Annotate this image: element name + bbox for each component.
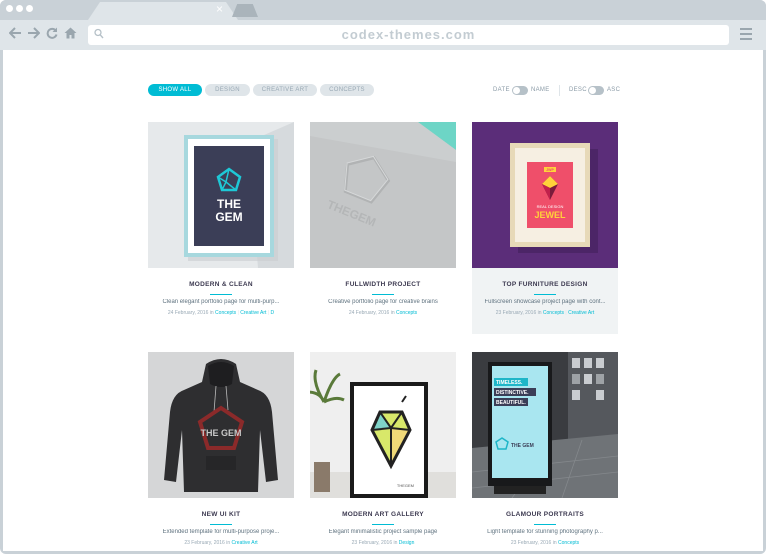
sort-date-name-toggle[interactable]	[512, 86, 528, 95]
card-meta: 24 February, 2016 in Concepts	[314, 310, 452, 316]
title-underline	[372, 294, 394, 295]
filter-show-all[interactable]: SHOW ALL	[148, 84, 202, 96]
gallery-logo-text: THEGEM	[397, 483, 414, 488]
sort-order-toggle[interactable]	[588, 86, 604, 95]
title-underline	[210, 524, 232, 525]
card-category-link[interactable]: Creative Art	[568, 310, 594, 316]
title-underline	[534, 524, 556, 525]
card-title[interactable]: GLAMOUR PORTRAITS	[472, 511, 618, 518]
title-underline	[534, 294, 556, 295]
card-category-link[interactable]: Concepts	[396, 310, 417, 316]
window-maximize-dot[interactable]	[26, 5, 33, 12]
filter-design[interactable]: DESIGN	[205, 84, 250, 96]
card-date: 23 February, 2016 in	[495, 310, 542, 316]
card-category-link[interactable]: Concepts	[543, 310, 564, 316]
jewel-subtitle-text: REAL DESIGN	[537, 204, 564, 209]
browser-window: × codex-themes.com SHOW ALL DESIGN CREAT…	[0, 0, 766, 554]
hamburger-menu-icon[interactable]	[740, 28, 752, 40]
poster-text-line2: GEM	[215, 210, 242, 224]
card-description: Fullscreen showcase project page with co…	[484, 299, 606, 305]
sorting-divider	[559, 85, 560, 96]
card-body: FULLWIDTH PROJECT Creative portfolio pag…	[310, 268, 456, 334]
card-description: Extended template for multi-purpose proj…	[162, 529, 280, 535]
meta-separator: |	[565, 310, 567, 316]
portfolio-sorting: DATE NAME DESC ASC	[493, 85, 623, 96]
card-category-link[interactable]: Concepts	[558, 540, 579, 546]
window-minimize-dot[interactable]	[16, 5, 23, 12]
address-bar[interactable]: codex-themes.com	[88, 25, 729, 45]
card-description: Creative portfolio page for creative bra…	[328, 299, 438, 305]
card-category-link[interactable]: Concepts	[215, 310, 236, 316]
card-title[interactable]: NEW UI KIT	[148, 511, 294, 518]
card-date: 23 February, 2016 in	[351, 540, 398, 546]
card-image-jewel-frame[interactable]: JWP REAL DESIGN JEWEL	[472, 122, 618, 268]
card-title[interactable]: FULLWIDTH PROJECT	[310, 281, 456, 288]
card-body: NEW UI KIT Extended template for multi-p…	[148, 498, 294, 551]
home-icon[interactable]	[64, 26, 77, 42]
card-category-link[interactable]: Creative Art	[240, 310, 266, 316]
toggle-knob	[589, 87, 596, 94]
billboard-line2: DISTINCTIVE.	[496, 390, 529, 396]
sort-asc-label: ASC	[607, 87, 621, 93]
billboard-line1: TIMELESS.	[496, 380, 523, 386]
card-image-hoodie[interactable]: THE GEM	[148, 352, 294, 498]
poster-text-line1: THE	[217, 197, 241, 211]
card-title[interactable]: TOP FURNITURE DESIGN	[472, 281, 618, 288]
url-text: codex-themes.com	[341, 27, 476, 42]
card-title[interactable]: MODERN & CLEAN	[148, 281, 294, 288]
card-description: Light template for stunning photography …	[487, 529, 603, 535]
card-meta: 23 February, 2016 in Design	[314, 540, 452, 546]
card-date: 24 February, 2016 in	[348, 310, 395, 316]
card-body: TOP FURNITURE DESIGN Fullscreen showcase…	[472, 268, 618, 334]
sort-date-label: DATE	[493, 87, 510, 93]
card-meta: 23 February, 2016 in Concepts	[476, 540, 614, 546]
filter-creative-art[interactable]: CREATIVE ART	[253, 84, 317, 96]
reload-icon[interactable]	[46, 26, 58, 42]
tab-close-icon[interactable]: ×	[216, 3, 223, 15]
card-date: 23 February, 2016 in	[510, 540, 557, 546]
jewel-badge-text: JWP	[546, 168, 554, 172]
meta-separator: |	[237, 310, 239, 316]
title-bar: ×	[0, 0, 766, 20]
card-body: MODERN ART GALLERY Elegant minimalistic …	[310, 498, 456, 551]
title-underline	[372, 524, 394, 525]
title-underline	[210, 294, 232, 295]
card-date: 23 February, 2016 in	[184, 540, 231, 546]
card-image-billboard[interactable]: TIMELESS. DISTINCTIVE. BEAUTIFUL. THE GE…	[472, 352, 618, 498]
billboard-line3: BEAUTIFUL.	[496, 400, 526, 406]
card-meta: 23 February, 2016 in Concepts | Creative…	[476, 310, 614, 316]
filter-concepts[interactable]: CONCEPTS	[320, 84, 374, 96]
page-viewport: SHOW ALL DESIGN CREATIVE ART CONCEPTS DA…	[3, 50, 763, 551]
card-category-link[interactable]: D	[270, 310, 274, 316]
hoodie-print-text: THE GEM	[200, 428, 241, 438]
browser-tab-new[interactable]	[232, 4, 258, 17]
card-category-link[interactable]: Creative Art	[232, 540, 258, 546]
browser-toolbar: codex-themes.com	[0, 20, 766, 50]
card-description: Elegant minimalistic project sample page	[328, 529, 438, 535]
card-body: GLAMOUR PORTRAITS Light template for stu…	[472, 498, 618, 551]
card-meta: 24 February, 2016 in Concepts | Creative…	[152, 310, 290, 316]
window-close-dot[interactable]	[6, 5, 13, 12]
sort-name-label: NAME	[531, 87, 550, 93]
card-category-link[interactable]: Design	[399, 540, 415, 546]
sort-desc-label: DESC	[569, 87, 587, 93]
toggle-knob	[513, 87, 520, 94]
card-body: MODERN & CLEAN Clean elegant portfolio p…	[148, 268, 294, 334]
billboard-logo: THE GEM	[511, 443, 534, 449]
card-title[interactable]: MODERN ART GALLERY	[310, 511, 456, 518]
card-image-embossed-paper[interactable]: THEGEM	[310, 122, 456, 268]
jewel-title-text: JEWEL	[534, 210, 566, 220]
card-image-gem-frame[interactable]: THE GEM	[148, 122, 294, 268]
meta-separator: |	[267, 310, 270, 316]
card-meta: 23 February, 2016 in Creative Art	[152, 540, 290, 546]
card-image-gallery-frame[interactable]: THEGEM	[310, 352, 456, 498]
card-date: 24 February, 2016 in	[167, 310, 214, 316]
card-description: Clean elegant portfolio page for multi-p…	[162, 299, 280, 305]
arrow-left-icon[interactable]	[8, 26, 22, 42]
arrow-right-icon[interactable]	[27, 26, 41, 42]
